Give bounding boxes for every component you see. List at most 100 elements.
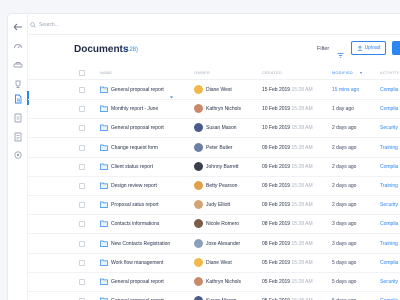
- avatar: [194, 296, 203, 300]
- collapse-menu-icon[interactable]: [13, 22, 23, 32]
- document-name[interactable]: General proposal report: [111, 125, 164, 131]
- table-row[interactable]: General proposal reportSusan Mason05 Feb…: [28, 292, 400, 300]
- folder-icon: [100, 278, 108, 285]
- avatar: [194, 181, 203, 190]
- document-name[interactable]: Work flow management: [111, 260, 163, 266]
- column-owner[interactable]: OWNER: [194, 71, 210, 75]
- modified-time: 15 mins ago: [332, 87, 360, 93]
- activity-tag[interactable]: Security: [380, 279, 398, 285]
- table-row[interactable]: Change request form Peter Butler 09 Feb 20…: [28, 139, 400, 158]
- activity-tag[interactable]: Security: [380, 202, 398, 208]
- activity-tag[interactable]: Complia: [380, 164, 398, 170]
- trophy-icon[interactable]: [13, 79, 23, 89]
- modified-time: 2 days ago: [332, 125, 357, 132]
- sort-desc-icon[interactable]: [360, 72, 362, 74]
- document-name[interactable]: Proposal satus report: [111, 202, 159, 208]
- upload-label: Upload: [364, 45, 381, 51]
- owner-name: Judy Elliott: [206, 202, 231, 209]
- table-header: NAME OWNER CREATED MODIFIED ACTIVITY: [28, 68, 400, 80]
- dashboard-icon[interactable]: [13, 41, 23, 51]
- modified-time: 5 days ago: [332, 259, 357, 266]
- created-date: 10 Feb 2019 15:28 AM: [262, 125, 313, 132]
- created-date: 09 Feb 2019 15:28 AM: [262, 202, 313, 209]
- activity-tag[interactable]: Complia: [380, 221, 398, 227]
- owner-name: Jose Alexander: [206, 240, 241, 247]
- owner-name: Peter Butler: [206, 144, 233, 151]
- modified-time: 2 days ago: [332, 163, 357, 170]
- filter-icon[interactable]: [337, 46, 344, 58]
- activity-tag[interactable]: Training: [380, 183, 398, 189]
- search-icon: [30, 22, 36, 28]
- created-date: 08 Feb 2019 15:28 AM: [262, 240, 313, 247]
- document-name[interactable]: New Contacts Registration: [111, 241, 170, 247]
- modified-time: 3 days ago: [332, 221, 357, 228]
- row-checkbox[interactable]: [79, 87, 85, 93]
- table-row[interactable]: Monthly report - June Kathryn Nichols 10 F…: [28, 100, 400, 120]
- document-name[interactable]: General proposal report: [111, 87, 164, 93]
- avatar: [194, 277, 203, 286]
- report-icon[interactable]: [13, 132, 23, 142]
- activity-tag[interactable]: Complia: [380, 106, 398, 112]
- owner-name: Susan Mason: [206, 125, 237, 132]
- row-checkbox[interactable]: [79, 106, 85, 113]
- modified-time: 3 days ago: [332, 240, 357, 247]
- file-list-icon[interactable]: [13, 113, 23, 123]
- activity-tag[interactable]: Training: [380, 241, 398, 247]
- folder-icon: [100, 124, 108, 132]
- owner-name: Kathryn Nichols: [206, 279, 242, 285]
- upload-button[interactable]: Upload: [351, 41, 386, 55]
- owner-name: Johnny Barrett: [206, 163, 239, 170]
- document-name[interactable]: Change request form: [111, 145, 158, 151]
- document-name[interactable]: General proposal report: [111, 279, 164, 285]
- row-checkbox[interactable]: [79, 202, 85, 209]
- settings-icon[interactable]: [13, 150, 23, 160]
- table-row[interactable]: Contacts informations Nicole Romero 08 Feb…: [28, 215, 400, 235]
- created-date: 05 Feb 2019 15:28 AM: [262, 279, 313, 285]
- table-row[interactable]: General proposal report Kathryn Nichols 05…: [28, 273, 400, 292]
- modified-time: 2 days ago: [332, 183, 357, 189]
- row-checkbox[interactable]: [79, 163, 85, 170]
- table-row[interactable]: Work flow management Diane West 05 Feb 201…: [28, 254, 400, 273]
- filter-button[interactable]: Filter: [317, 46, 329, 52]
- search-input[interactable]: [39, 22, 159, 28]
- activity-tag[interactable]: Complia: [380, 260, 398, 266]
- created-date: 10 Feb 2019 15:28 AM: [262, 106, 313, 113]
- table-row[interactable]: Design review report Betty Pearson 09 Feb …: [28, 177, 400, 196]
- primary-action-button[interactable]: [392, 41, 400, 55]
- table-row[interactable]: New Contacts Registration Jose Alexander 0…: [28, 235, 400, 254]
- modified-time: 5 days ago: [332, 279, 357, 285]
- document-name[interactable]: Monthly report - June: [111, 106, 158, 112]
- owner-name: Betty Pearson: [206, 183, 238, 189]
- table-row[interactable]: General proposal report Susan Mason 10 Feb…: [28, 119, 400, 139]
- activity-tag[interactable]: Training: [380, 145, 398, 151]
- column-name[interactable]: NAME: [100, 71, 112, 75]
- column-activity[interactable]: ACTIVITY: [380, 71, 400, 75]
- document-icon[interactable]: [13, 94, 23, 104]
- table-row[interactable]: Proposal satus report Judy Elliott 09 Feb …: [28, 196, 400, 216]
- column-created[interactable]: CREATED: [262, 71, 282, 75]
- activity-tag[interactable]: Security: [380, 125, 398, 131]
- avatar: [194, 200, 203, 210]
- document-name[interactable]: Design review report: [111, 183, 157, 189]
- owner-name: Diane West: [206, 87, 232, 93]
- folder-icon: [100, 201, 108, 209]
- row-checkbox[interactable]: [79, 125, 85, 132]
- created-date: 09 Feb 2019 15:28 AM: [262, 163, 313, 170]
- upload-icon: [357, 45, 362, 51]
- document-name[interactable]: Client status report: [111, 164, 153, 170]
- row-checkbox[interactable]: [79, 183, 85, 189]
- row-checkbox[interactable]: [79, 144, 85, 151]
- table-row[interactable]: General proposal report Diane West 15 Feb …: [28, 81, 400, 100]
- chevron-down-icon[interactable]: [169, 87, 174, 99]
- select-all-checkbox[interactable]: [79, 70, 85, 76]
- table-row[interactable]: Client status report Johnny Barrett 09 Feb…: [28, 158, 400, 177]
- car-icon[interactable]: [13, 60, 23, 70]
- document-name[interactable]: Contacts informations: [111, 221, 159, 227]
- row-checkbox[interactable]: [79, 221, 85, 228]
- row-checkbox[interactable]: [79, 240, 85, 247]
- activity-tag[interactable]: Complia: [380, 87, 398, 93]
- folder-icon: [100, 240, 108, 247]
- row-checkbox[interactable]: [79, 259, 85, 266]
- column-modified[interactable]: MODIFIED: [332, 71, 353, 75]
- row-checkbox[interactable]: [79, 279, 85, 285]
